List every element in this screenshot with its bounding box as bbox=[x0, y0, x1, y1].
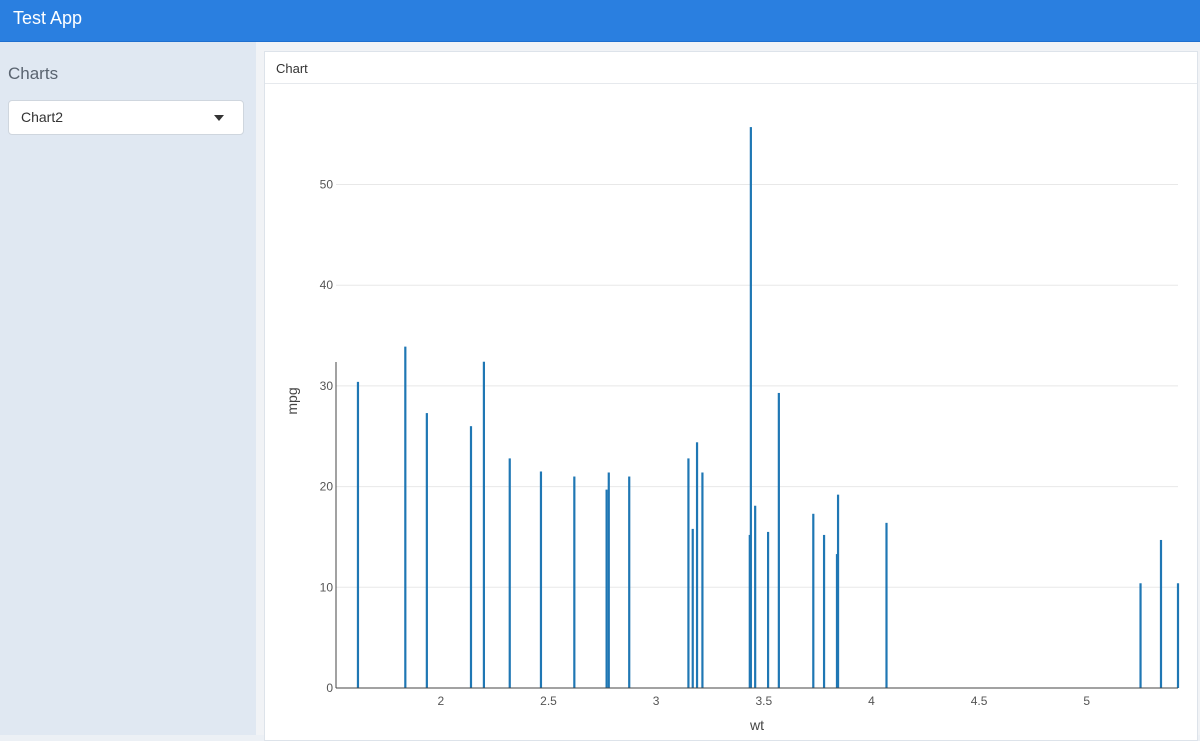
bar bbox=[469, 426, 473, 688]
bar bbox=[628, 476, 631, 688]
y-tick-label: 0 bbox=[326, 681, 333, 695]
bar bbox=[1159, 539, 1163, 688]
bar bbox=[691, 528, 694, 688]
chart-select[interactable]: Chart2 bbox=[8, 100, 244, 135]
app-title[interactable]: Test App bbox=[13, 7, 82, 29]
chart-select-value: Chart2 bbox=[21, 109, 64, 125]
y-tick-label: 40 bbox=[320, 278, 334, 292]
bar bbox=[754, 505, 757, 688]
x-axis-title: wt bbox=[749, 717, 764, 733]
bar bbox=[1176, 583, 1180, 688]
bar bbox=[508, 458, 511, 688]
bar bbox=[539, 471, 543, 688]
x-tick-label: 3 bbox=[653, 694, 660, 708]
top-navbar: Test App bbox=[0, 0, 1200, 42]
x-tick-label: 2.5 bbox=[540, 694, 557, 708]
x-tick-label: 5 bbox=[1083, 694, 1090, 708]
y-tick-label: 10 bbox=[320, 580, 334, 594]
bar bbox=[687, 458, 690, 688]
y-tick-label: 30 bbox=[320, 379, 334, 393]
bar bbox=[749, 127, 752, 688]
bar bbox=[822, 534, 826, 688]
bar bbox=[695, 442, 699, 688]
bar bbox=[812, 513, 815, 688]
x-tick-label: 3.5 bbox=[755, 694, 772, 708]
bar bbox=[404, 346, 407, 688]
bar bbox=[573, 476, 576, 688]
bar bbox=[701, 472, 704, 688]
sidebar: Charts Chart2 bbox=[0, 42, 256, 735]
bar bbox=[777, 392, 780, 688]
bar bbox=[1139, 583, 1142, 688]
main-area: Chart 0 10 20 30 40 50 2 2.5 3 3.5 4 4.5 5 wt mpg bbox=[256, 42, 1200, 741]
x-tick-label: 4 bbox=[868, 694, 875, 708]
bar bbox=[605, 489, 608, 688]
bar bbox=[766, 531, 770, 688]
y-tick-label: 50 bbox=[320, 177, 334, 191]
y-axis-title: mpg bbox=[284, 387, 300, 414]
x-tick-label: 2 bbox=[438, 694, 445, 708]
bar bbox=[836, 494, 840, 688]
chart-panel: Chart 0 10 20 30 40 50 2 2.5 3 3.5 4 4.5 5 wt mpg bbox=[264, 51, 1198, 741]
chart-svg: 0 10 20 30 40 50 2 2.5 3 3.5 4 4.5 5 wt mpg bbox=[284, 127, 1180, 733]
x-tick-label: 4.5 bbox=[971, 694, 988, 708]
bar bbox=[356, 381, 360, 688]
sidebar-heading: Charts bbox=[8, 64, 59, 83]
bar bbox=[482, 361, 486, 688]
bar bbox=[607, 472, 610, 688]
y-tick-label: 20 bbox=[320, 480, 334, 494]
caret-down-icon[interactable] bbox=[214, 115, 224, 121]
bar bbox=[885, 522, 888, 688]
bar bbox=[425, 413, 428, 688]
